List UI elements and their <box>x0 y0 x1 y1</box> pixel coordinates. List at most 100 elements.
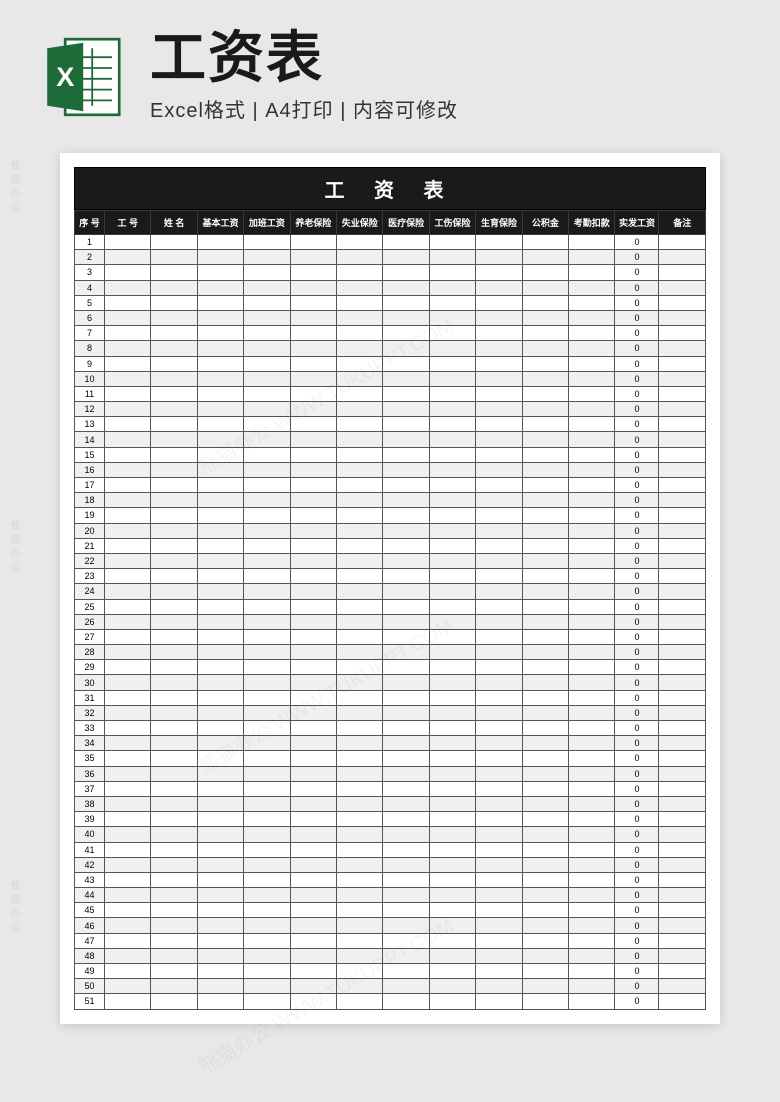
table-cell <box>337 933 383 948</box>
table-cell <box>429 721 475 736</box>
table-cell <box>105 417 151 432</box>
table-cell <box>569 872 615 887</box>
table-cell <box>337 402 383 417</box>
table-cell <box>569 751 615 766</box>
table-cell <box>244 979 290 994</box>
table-row: 10 <box>75 235 706 250</box>
table-cell <box>197 584 243 599</box>
table-cell: 39 <box>75 812 105 827</box>
table-cell <box>105 796 151 811</box>
table-cell <box>476 903 522 918</box>
table-cell <box>569 250 615 265</box>
table-cell <box>151 827 197 842</box>
table-cell <box>290 994 336 1009</box>
table-cell: 3 <box>75 265 105 280</box>
table-row: 260 <box>75 614 706 629</box>
table-cell <box>522 432 568 447</box>
table-cell <box>197 371 243 386</box>
table-header: 序 号工 号姓 名基本工资加班工资养老保险失业保险医疗保险工伤保险生育保险公积金… <box>75 211 706 235</box>
table-cell: 0 <box>615 614 659 629</box>
table-cell <box>659 812 706 827</box>
table-cell <box>197 432 243 447</box>
table-cell: 16 <box>75 462 105 477</box>
table-cell <box>244 812 290 827</box>
table-cell <box>383 462 429 477</box>
table-cell <box>522 842 568 857</box>
table-cell <box>569 478 615 493</box>
table-cell <box>429 705 475 720</box>
table-cell <box>151 614 197 629</box>
table-row: 110 <box>75 386 706 401</box>
table-cell <box>476 250 522 265</box>
table-cell: 0 <box>615 933 659 948</box>
table-cell <box>476 994 522 1009</box>
table-cell: 21 <box>75 538 105 553</box>
table-cell <box>569 447 615 462</box>
table-cell: 0 <box>615 402 659 417</box>
table-cell <box>290 872 336 887</box>
table-cell <box>105 645 151 660</box>
table-cell: 0 <box>615 842 659 857</box>
table-cell <box>197 341 243 356</box>
table-cell <box>337 888 383 903</box>
table-cell <box>569 629 615 644</box>
table-cell <box>429 948 475 963</box>
table-cell <box>151 584 197 599</box>
table-cell <box>569 462 615 477</box>
table-cell <box>659 796 706 811</box>
table-cell <box>476 964 522 979</box>
table-cell: 7 <box>75 326 105 341</box>
table-cell <box>105 675 151 690</box>
table-cell <box>244 690 290 705</box>
table-cell <box>151 235 197 250</box>
table-cell <box>383 645 429 660</box>
table-cell <box>197 599 243 614</box>
table-cell <box>429 371 475 386</box>
table-cell <box>383 310 429 325</box>
table-cell <box>290 569 336 584</box>
table-cell: 6 <box>75 310 105 325</box>
table-cell: 12 <box>75 402 105 417</box>
table-cell <box>290 553 336 568</box>
table-cell <box>337 493 383 508</box>
table-cell <box>244 675 290 690</box>
table-cell: 0 <box>615 918 659 933</box>
table-cell <box>105 690 151 705</box>
table-cell <box>337 235 383 250</box>
table-cell <box>522 599 568 614</box>
table-cell <box>476 235 522 250</box>
table-cell <box>290 447 336 462</box>
table-cell <box>290 295 336 310</box>
table-cell <box>151 812 197 827</box>
table-cell: 14 <box>75 432 105 447</box>
table-cell: 0 <box>615 553 659 568</box>
table-cell <box>569 979 615 994</box>
table-cell <box>151 964 197 979</box>
table-row: 280 <box>75 645 706 660</box>
table-row: 240 <box>75 584 706 599</box>
table-cell <box>197 751 243 766</box>
table-cell <box>659 462 706 477</box>
table-cell <box>659 417 706 432</box>
table-cell <box>659 341 706 356</box>
template-header: X 工资表 Excel格式 | A4打印 | 内容可修改 <box>0 0 780 143</box>
column-header: 养老保险 <box>290 211 336 235</box>
table-cell <box>659 493 706 508</box>
table-cell <box>151 599 197 614</box>
table-cell <box>429 812 475 827</box>
table-cell <box>429 660 475 675</box>
table-cell <box>151 660 197 675</box>
table-cell: 0 <box>615 250 659 265</box>
table-cell <box>659 310 706 325</box>
table-cell <box>659 356 706 371</box>
table-cell <box>197 690 243 705</box>
table-cell <box>244 402 290 417</box>
table-cell <box>337 432 383 447</box>
table-cell: 44 <box>75 888 105 903</box>
table-cell <box>476 766 522 781</box>
table-cell <box>151 295 197 310</box>
column-header: 姓 名 <box>151 211 197 235</box>
table-cell <box>569 584 615 599</box>
table-cell <box>290 705 336 720</box>
table-cell <box>383 584 429 599</box>
